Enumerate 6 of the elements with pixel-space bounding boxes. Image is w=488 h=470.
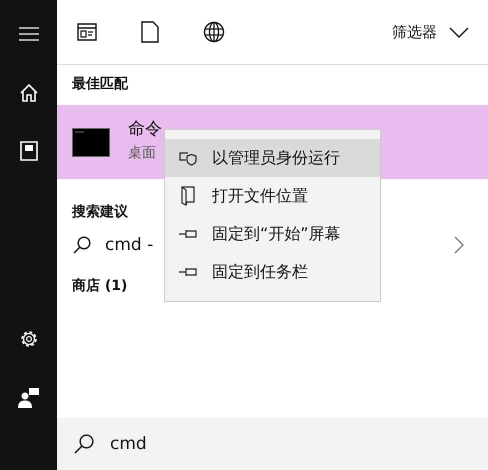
suggestion-text: cmd -	[105, 235, 154, 255]
section-heading: 搜索建议	[70, 203, 129, 222]
section-heading: 最佳匹配	[71, 75, 130, 94]
section-heading: 商店 (1)	[71, 276, 128, 296]
app-type: 桌面	[128, 144, 157, 162]
app-name: 命令	[128, 118, 162, 140]
